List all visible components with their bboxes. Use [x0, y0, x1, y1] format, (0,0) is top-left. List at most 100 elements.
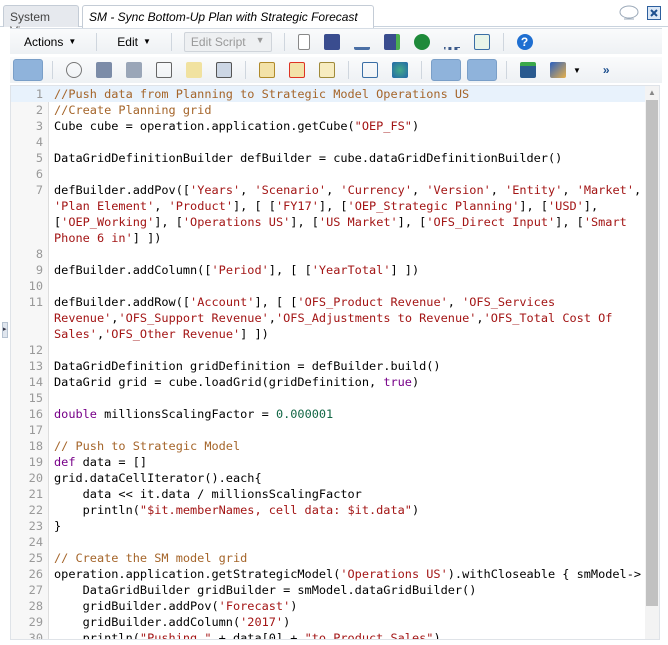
- code-token: ], [: [555, 215, 584, 229]
- keyword-token: double: [54, 407, 97, 421]
- validate-check-icon[interactable]: [413, 33, 430, 50]
- code-line[interactable]: 2 //Create Planning grid: [11, 102, 645, 118]
- code-text: def data = []: [54, 454, 147, 470]
- function-icon[interactable]: [66, 62, 82, 78]
- smart-list-icon[interactable]: [216, 62, 232, 78]
- code-line[interactable]: 25 // Create the SM model grid: [11, 550, 645, 566]
- code-line[interactable]: 22 println("$it.memberNames, cell data: …: [11, 502, 645, 518]
- code-token: defBuilder.addRow([: [54, 295, 191, 309]
- code-line[interactable]: 20 grid.dataCellIterator().each{: [11, 470, 645, 486]
- string-token: Revenue': [54, 311, 112, 325]
- code-line[interactable]: 30 println("Pushing " + data[0] + "to Pr…: [11, 630, 645, 640]
- code-line[interactable]: Phone 6 in'] ]): [11, 230, 645, 246]
- code-token: ): [433, 631, 441, 640]
- code-line[interactable]: 12: [11, 342, 645, 358]
- code-token: ] ]): [240, 327, 269, 341]
- code-line[interactable]: 6: [11, 166, 645, 182]
- string-token: '2017': [240, 615, 284, 629]
- line-numbers-toggle-icon[interactable]: [13, 59, 43, 81]
- code-text: println("$it.memberNames, cell data: $it…: [54, 502, 420, 518]
- code-line[interactable]: 23}: [11, 518, 645, 534]
- code-token: ], [ [: [254, 295, 298, 309]
- code-token: ,: [562, 183, 577, 197]
- comment-token: //Push data from Planning to Strategic M…: [54, 87, 470, 101]
- expand-panel-handle[interactable]: ▸: [2, 322, 8, 338]
- script-editor[interactable]: 1 //Push data from Planning to Strategic …: [10, 85, 660, 640]
- code-block-icon[interactable]: [362, 62, 378, 78]
- comment-icon[interactable]: [319, 62, 335, 78]
- vertical-scrollbar[interactable]: ▲: [645, 86, 659, 639]
- code-line[interactable]: 3 Cube cube = operation.application.getCu…: [11, 118, 645, 134]
- code-text: Phone 6 in'] ]): [54, 230, 161, 246]
- code-line[interactable]: 17: [11, 422, 645, 438]
- code-line[interactable]: Sales','OFS_Other Revenue'] ]): [11, 326, 645, 342]
- code-line[interactable]: 27 DataGridBuilder gridBuilder = smModel…: [11, 582, 645, 598]
- syntax-check-icon[interactable]: [467, 59, 497, 81]
- chevron-down-icon[interactable]: ▼: [573, 66, 581, 75]
- code-line[interactable]: Revenue','OFS_Support Revenue','OFS_Adju…: [11, 310, 645, 326]
- code-line[interactable]: 19 def data = []: [11, 454, 645, 470]
- code-line[interactable]: ['OEP_Working'], ['Operations US'], ['US…: [11, 214, 645, 230]
- code-line[interactable]: 21 data << it.data / millionsScalingFact…: [11, 486, 645, 502]
- code-token: ,: [633, 183, 642, 197]
- code-line[interactable]: 26 operation.application.getStrategicMode…: [11, 566, 645, 582]
- overflow-chevron-icon[interactable]: »: [603, 63, 610, 77]
- line-number: 7: [35, 183, 43, 197]
- comment-token: // Push to Strategic Model: [54, 439, 241, 453]
- edit-script-dropdown[interactable]: Edit Script ▼: [183, 31, 272, 52]
- code-line[interactable]: 16 double millionsScalingFactor = 0.00000…: [11, 406, 645, 422]
- code-line[interactable]: 14 DataGrid grid = cube.loadGrid(gridDefi…: [11, 374, 645, 390]
- divider: [52, 61, 53, 79]
- code-token: data << it.data / millionsScalingFactor: [54, 487, 362, 501]
- code-line[interactable]: 'Plan Element', 'Product'], [ ['FY17'], …: [11, 198, 645, 214]
- hierarchy-icon[interactable]: [443, 34, 460, 50]
- code-line[interactable]: 8: [11, 246, 645, 262]
- code-line[interactable]: 24: [11, 534, 645, 550]
- close-icon[interactable]: [647, 6, 661, 20]
- code-line[interactable]: 7 defBuilder.addPov(['Years', 'Scenario',…: [11, 182, 645, 198]
- remove-comment-icon[interactable]: [289, 62, 305, 78]
- string-token: 'Version': [426, 183, 491, 197]
- code-line[interactable]: 29 gridBuilder.addColumn('2017'): [11, 614, 645, 630]
- add-comment-icon[interactable]: [259, 62, 275, 78]
- wrap-text-icon[interactable]: [431, 59, 461, 81]
- line-number: 28: [28, 599, 43, 613]
- string-token: 'OEP_Strategic Planning': [347, 199, 520, 213]
- run-icon[interactable]: [473, 33, 490, 50]
- web-check-icon[interactable]: [392, 62, 408, 78]
- save-validate-icon[interactable]: [383, 33, 400, 50]
- download-icon[interactable]: [353, 34, 370, 50]
- actions-menu[interactable]: Actions ▼: [10, 35, 90, 49]
- scroll-up-icon[interactable]: ▲: [648, 88, 656, 97]
- member-icon[interactable]: [96, 62, 112, 78]
- code-line[interactable]: 10: [11, 278, 645, 294]
- code-area[interactable]: 1 //Push data from Planning to Strategic …: [11, 86, 645, 640]
- connect-icon[interactable]: [520, 62, 536, 78]
- format-icon[interactable]: [550, 62, 566, 78]
- comment-token: // Create the SM model grid: [54, 551, 248, 565]
- code-line[interactable]: 18 // Push to Strategic Model: [11, 438, 645, 454]
- save-icon[interactable]: [323, 33, 340, 50]
- new-document-icon[interactable]: [297, 33, 310, 50]
- member-selector-icon[interactable]: [126, 62, 142, 78]
- scrollbar-thumb[interactable]: [646, 100, 658, 606]
- user-variable-icon[interactable]: [186, 62, 202, 78]
- code-line[interactable]: 13 DataGridDefinition gridDefinition = de…: [11, 358, 645, 374]
- variable-icon[interactable]: [156, 62, 172, 78]
- code-line[interactable]: 28 gridBuilder.addPov('Forecast'): [11, 598, 645, 614]
- code-line[interactable]: 15: [11, 390, 645, 406]
- string-token: 'OFS_Support Revenue': [118, 311, 269, 325]
- help-icon[interactable]: ?: [516, 33, 533, 50]
- code-line[interactable]: 4: [11, 134, 645, 150]
- actions-label: Actions: [24, 34, 64, 49]
- code-line[interactable]: 1 //Push data from Planning to Strategic …: [11, 86, 645, 102]
- code-line[interactable]: 5 DataGridDefinitionBuilder defBuilder = …: [11, 150, 645, 166]
- edit-menu[interactable]: Edit ▼: [103, 35, 165, 49]
- chat-icon[interactable]: [618, 5, 640, 23]
- code-line[interactable]: 11 defBuilder.addRow(['Account'], [ ['OFS…: [11, 294, 645, 310]
- tab-system-view[interactable]: System View: [3, 5, 79, 38]
- tab-sm-sync-plan[interactable]: SM - Sync Bottom-Up Plan with Strategic …: [82, 5, 374, 28]
- code-text: // Push to Strategic Model: [54, 438, 240, 454]
- string-token: Sales': [54, 327, 97, 341]
- code-line[interactable]: 9 defBuilder.addColumn(['Period'], [ ['Ye…: [11, 262, 645, 278]
